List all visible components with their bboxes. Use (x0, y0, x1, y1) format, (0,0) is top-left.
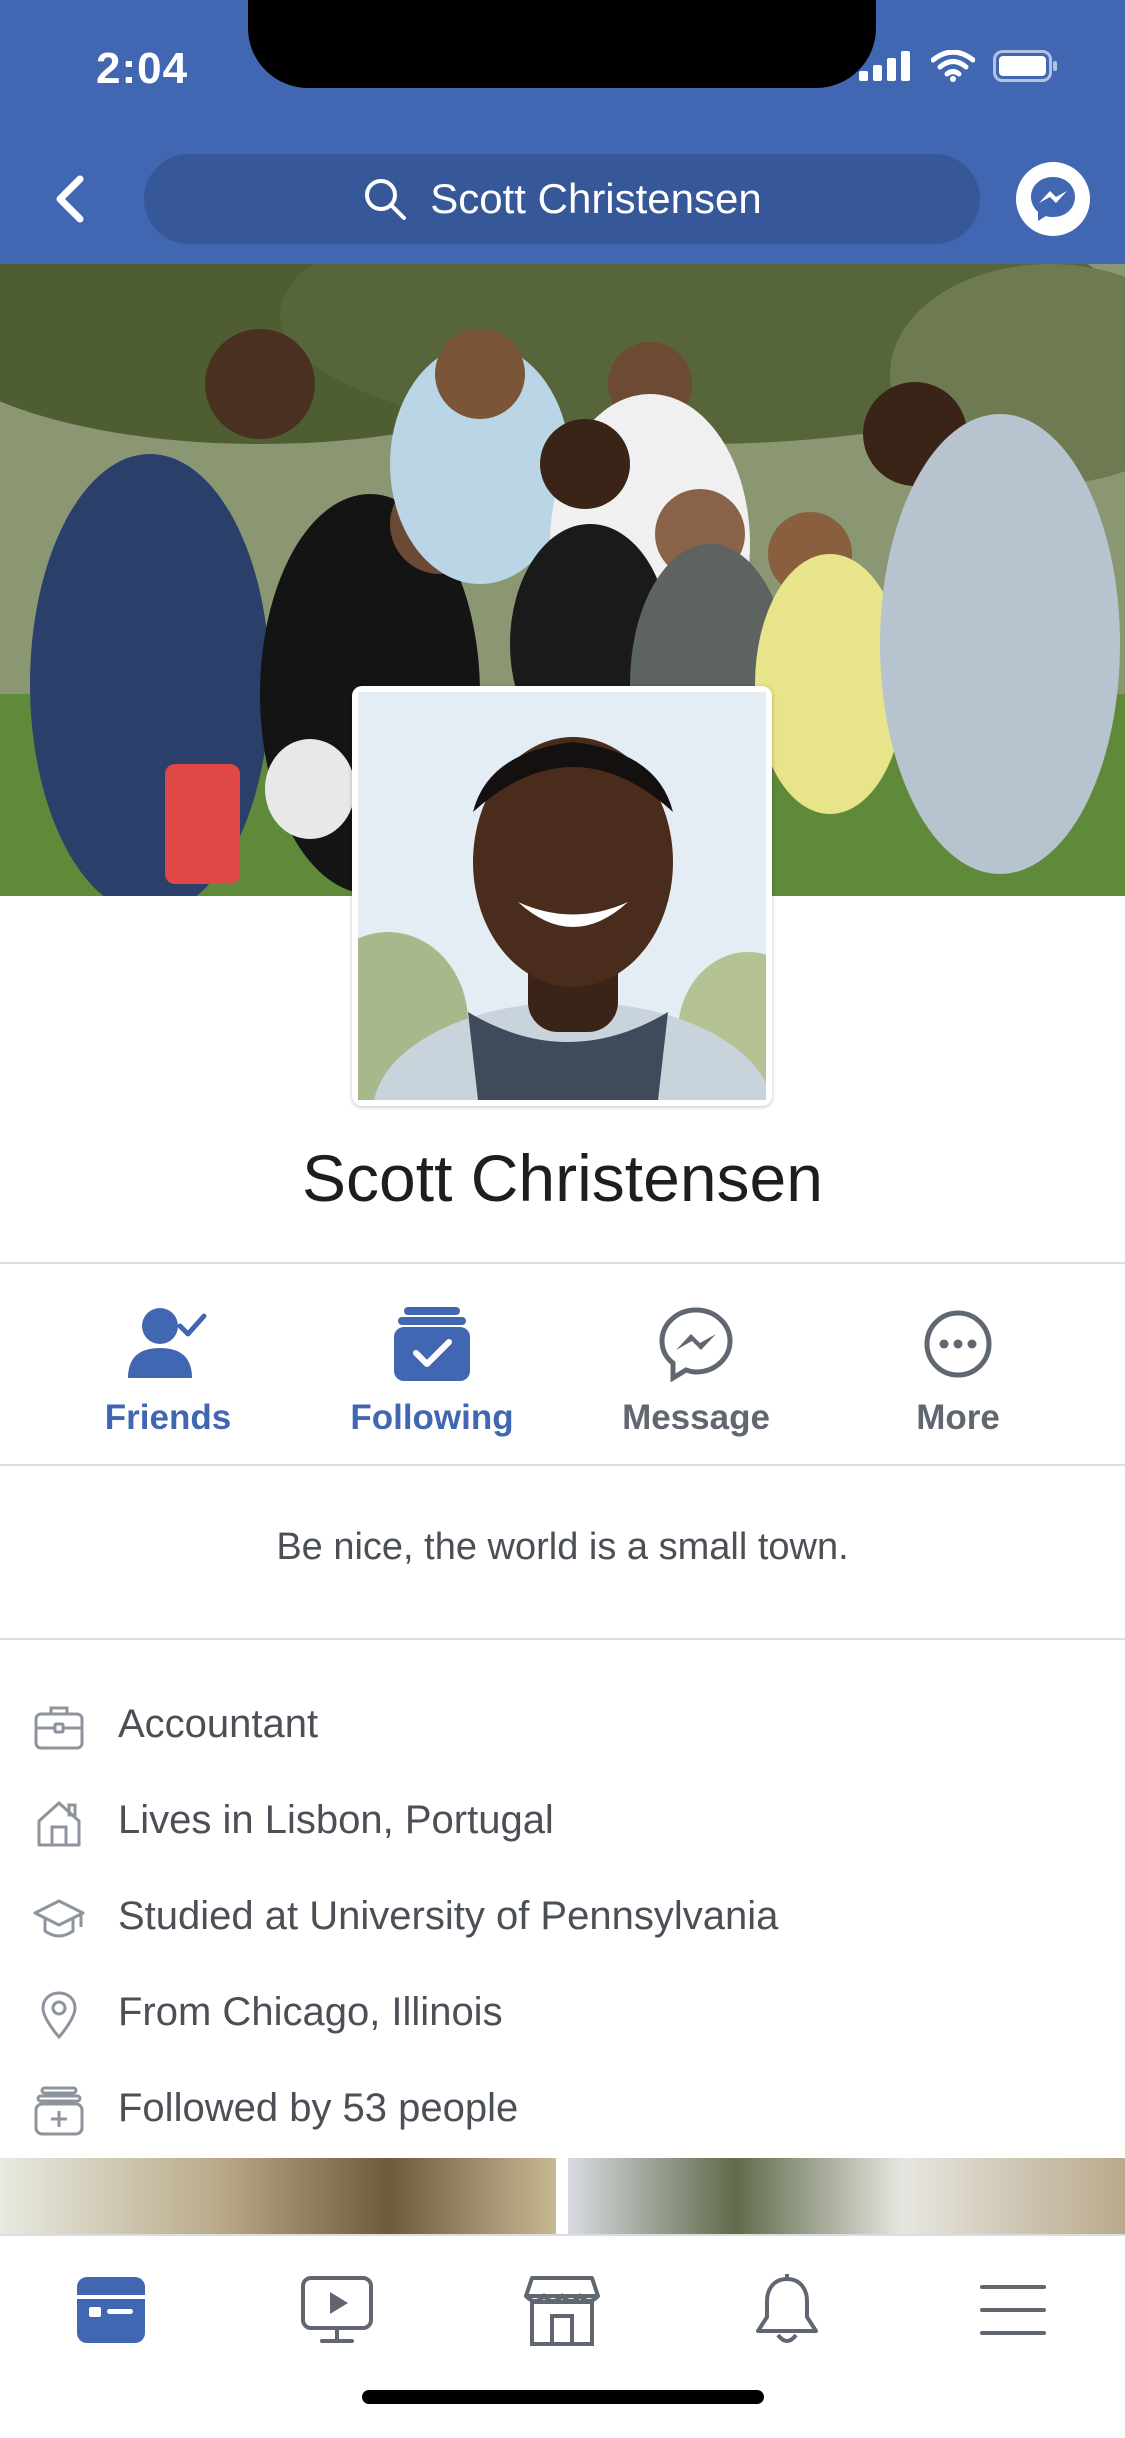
messenger-icon (1031, 177, 1075, 221)
news-feed-icon (77, 2277, 145, 2343)
photo-thumbnail[interactable] (568, 2158, 1125, 2234)
menu-icon (980, 2285, 1046, 2335)
detail-hometown[interactable]: From Chicago, Illinois (0, 1972, 1125, 2052)
profile-bio: Be nice, the world is a small town. (276, 1526, 849, 1568)
divider (0, 1262, 1125, 1264)
friends-button[interactable]: Friends (36, 1268, 300, 1464)
tab-marketplace[interactable] (507, 2260, 617, 2360)
search-icon (365, 179, 407, 220)
watch-icon (301, 2276, 373, 2343)
back-button[interactable] (40, 162, 100, 236)
home-indicator[interactable] (362, 2390, 764, 2404)
device-notch (248, 0, 876, 88)
status-icons (859, 50, 1059, 82)
tab-watch[interactable] (282, 2260, 392, 2360)
more-label: More (916, 1398, 1000, 1437)
wifi-icon (931, 50, 975, 82)
detail-lives-in[interactable]: Lives in Lisbon, Portugal (0, 1780, 1125, 1860)
more-dots-icon (924, 1310, 992, 1378)
search-bar[interactable]: Scott Christensen (144, 154, 980, 244)
tab-menu[interactable] (958, 2260, 1068, 2360)
nav-row: Scott Christensen (0, 150, 1125, 250)
divider (0, 1638, 1125, 1640)
friends-label: Friends (104, 1398, 232, 1437)
detail-hometown-text: From Chicago, Illinois (118, 1990, 503, 2034)
more-button[interactable]: More (826, 1268, 1090, 1464)
detail-education[interactable]: Studied at University of Pennsylvania (0, 1876, 1125, 1956)
status-bar: 2:04 (0, 0, 1125, 140)
profile-actions: Friends Following Message More (0, 1268, 1125, 1464)
photo-strip (0, 2158, 1125, 2234)
photo-thumbnail[interactable] (0, 2158, 556, 2234)
profile-picture[interactable] (352, 686, 772, 1106)
status-time: 2:04 (96, 44, 189, 93)
tab-notifications[interactable] (732, 2260, 842, 2360)
detail-followers-text: Followed by 53 people (118, 2086, 519, 2130)
message-label: Message (622, 1398, 770, 1437)
following-label: Following (350, 1398, 514, 1437)
chevron-left-icon (56, 175, 84, 223)
profile-picture-illustration (358, 692, 766, 1100)
briefcase-icon (34, 1706, 84, 1750)
app-header: 2:04 Scott Christensen (0, 0, 1125, 264)
search-query: Scott Christensen (430, 175, 762, 222)
message-button[interactable]: Message (564, 1268, 828, 1464)
following-check-icon (394, 1307, 470, 1381)
detail-education-text: Studied at University of Pennsylvania (118, 1894, 779, 1938)
location-pin-icon (41, 1991, 77, 2040)
bottom-tab-bar (0, 2234, 1125, 2438)
signal-icon (859, 51, 910, 81)
detail-work[interactable]: Accountant (0, 1684, 1125, 1764)
messenger-button[interactable] (1016, 162, 1090, 236)
marketplace-icon (524, 2276, 600, 2346)
home-icon (37, 1801, 81, 1847)
friends-check-icon (128, 1308, 207, 1378)
following-button[interactable]: Following (300, 1268, 564, 1464)
notifications-bell-icon (756, 2274, 818, 2343)
detail-lives-in-text: Lives in Lisbon, Portugal (118, 1798, 554, 1842)
graduation-cap-icon (33, 1899, 85, 1938)
detail-work-text: Accountant (118, 1702, 319, 1746)
messenger-icon (659, 1307, 733, 1382)
divider (0, 1464, 1125, 1466)
tab-news-feed[interactable] (56, 2260, 166, 2360)
battery-icon (993, 50, 1057, 82)
profile-picture-image (358, 692, 766, 1100)
followers-icon (34, 2086, 84, 2136)
profile-name: Scott Christensen (302, 1141, 823, 1215)
detail-followers[interactable]: Followed by 53 people (0, 2068, 1125, 2148)
